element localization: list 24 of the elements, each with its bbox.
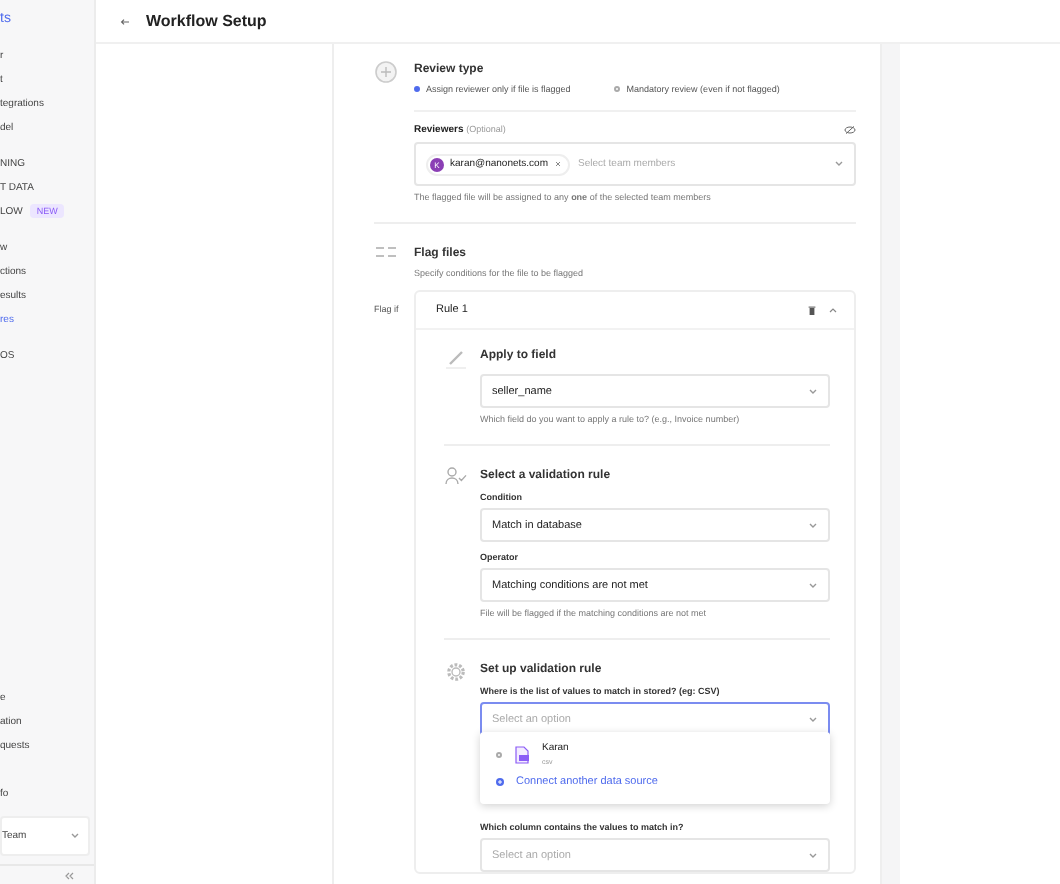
csv-file-icon [514, 745, 530, 763]
caret-icon [808, 387, 818, 395]
radio-dot[interactable] [614, 86, 621, 92]
caret-icon [834, 160, 844, 168]
user-check-icon [444, 466, 468, 486]
chevron-up-icon[interactable] [828, 306, 838, 314]
gear-icon [444, 660, 468, 684]
caret-icon [70, 832, 80, 840]
caret-icon [808, 581, 818, 589]
filter-lines-icon [374, 244, 398, 260]
plus-circle-icon [496, 778, 504, 786]
collapse-icon[interactable] [64, 871, 74, 879]
pencil-icon [444, 346, 468, 370]
page-title: Workflow Setup [146, 12, 267, 30]
radio-dot[interactable] [414, 86, 420, 92]
back-arrow-icon[interactable] [120, 17, 130, 25]
radio-dot[interactable] [496, 751, 502, 757]
caret-icon [808, 521, 818, 529]
caret-icon [808, 851, 818, 859]
remove-icon[interactable] [554, 160, 562, 168]
trash-icon[interactable] [808, 305, 816, 315]
caret-icon [808, 715, 818, 723]
review-icon [374, 60, 398, 84]
eye-off-icon[interactable] [844, 126, 856, 134]
